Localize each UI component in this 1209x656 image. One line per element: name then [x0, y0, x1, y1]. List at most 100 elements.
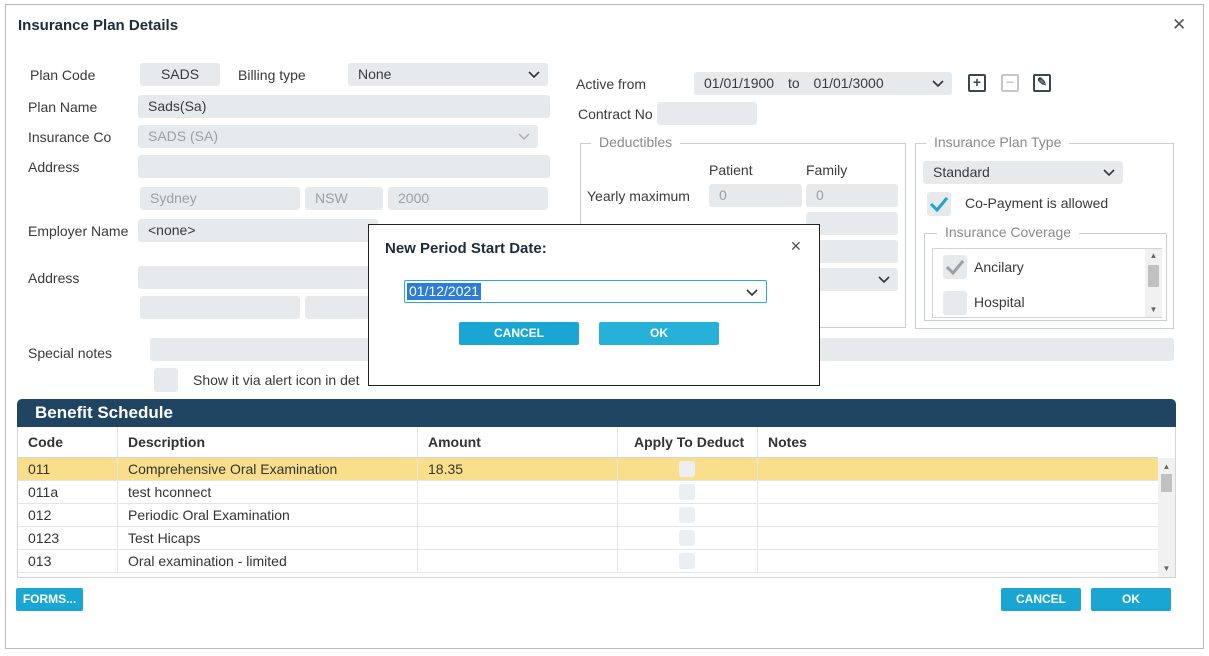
plan-name-field[interactable]: Sads(Sa) — [138, 95, 550, 118]
cancel-button[interactable]: CANCEL — [1001, 588, 1081, 611]
yearly-max-label: Yearly maximum — [587, 188, 690, 204]
copayment-label: Co-Payment is allowed — [965, 195, 1109, 211]
forms-button[interactable]: FORMS... — [16, 588, 83, 611]
insurance-co-value: SADS (SA) — [148, 128, 219, 144]
column-header-amount[interactable]: Amount — [418, 427, 618, 457]
suburb-field[interactable]: Sydney — [140, 187, 300, 210]
coverage-ancilary-checkbox[interactable] — [943, 255, 967, 279]
row-description: Comprehensive Oral Examination — [118, 458, 418, 480]
row-amount — [418, 527, 618, 549]
plan-code-label: Plan Code — [30, 67, 96, 83]
row-notes — [758, 504, 1158, 526]
benefit-schedule-table: Code Description Amount Apply To Deduct … — [17, 427, 1176, 578]
benefit-schedule-header: Benefit Schedule — [17, 399, 1176, 427]
insurance-co-select[interactable]: SADS (SA) — [138, 125, 538, 148]
deductibles-legend: Deductibles — [591, 134, 681, 150]
plan-code-field[interactable]: SADS — [140, 63, 220, 86]
new-period-modal: New Period Start Date: ✕ 01/12/2021 CANC… — [368, 224, 820, 386]
row-description: Oral examination - limited — [118, 550, 418, 572]
table-row[interactable]: 013 Oral examination - limited — [18, 550, 1158, 573]
scroll-thumb[interactable] — [1161, 474, 1172, 492]
billing-type-select[interactable]: None — [348, 63, 548, 86]
table-row[interactable]: 011a test hconnect — [18, 481, 1158, 504]
edit-period-icon[interactable]: ✎ — [1033, 74, 1051, 92]
column-header-apply-to-deduct[interactable]: Apply To Deduct — [618, 427, 758, 457]
table-scrollbar[interactable]: ▲ ▼ — [1158, 458, 1175, 577]
employer-address-label: Address — [28, 270, 80, 286]
row-amount — [418, 504, 618, 526]
checkmark-icon — [945, 260, 965, 276]
row-apply-cell — [618, 458, 758, 480]
column-header-notes[interactable]: Notes — [758, 427, 1158, 457]
scroll-down-icon[interactable]: ▼ — [1158, 562, 1175, 576]
plan-name-label: Plan Name — [28, 99, 98, 115]
delete-period-icon[interactable]: − — [1001, 74, 1019, 92]
show-alert-label: Show it via alert icon in det — [193, 372, 360, 388]
scroll-up-icon[interactable]: ▲ — [1145, 249, 1162, 263]
scroll-down-icon[interactable]: ▼ — [1145, 303, 1162, 317]
apply-to-deduct-checkbox[interactable] — [679, 530, 695, 546]
ok-button[interactable]: OK — [1091, 588, 1171, 611]
row-notes — [758, 458, 1158, 480]
chevron-down-icon — [528, 71, 540, 79]
apply-to-deduct-checkbox[interactable] — [679, 484, 695, 500]
yearly-max-family-field[interactable]: 0 — [806, 184, 898, 207]
row-description: Periodic Oral Examination — [118, 504, 418, 526]
postcode-field[interactable]: 2000 — [388, 187, 548, 210]
coverage-scrollbar[interactable]: ▲ ▼ — [1145, 249, 1162, 317]
employer-name-field[interactable]: <none> — [138, 219, 378, 242]
coverage-ancilary-label: Ancilary — [974, 259, 1024, 275]
coverage-legend: Insurance Coverage — [937, 224, 1080, 240]
period-to-value: 01/01/3000 — [813, 75, 884, 91]
add-period-icon[interactable]: + — [968, 74, 986, 92]
column-header-code[interactable]: Code — [18, 427, 118, 457]
table-header-row: Code Description Amount Apply To Deduct … — [18, 427, 1158, 458]
row-code: 0123 — [18, 527, 118, 549]
chevron-down-icon — [1103, 169, 1115, 177]
employer-suburb-field[interactable] — [140, 296, 300, 319]
row-description: Test Hicaps — [118, 527, 418, 549]
modal-close-icon[interactable]: ✕ — [790, 239, 802, 253]
column-header-description[interactable]: Description — [118, 427, 418, 457]
chevron-down-icon — [518, 133, 530, 140]
start-date-value: 01/12/2021 — [407, 283, 482, 300]
close-icon[interactable]: ✕ — [1172, 16, 1186, 33]
scroll-thumb[interactable] — [1148, 265, 1159, 287]
show-alert-checkbox[interactable] — [154, 368, 178, 392]
chevron-down-icon — [746, 289, 758, 297]
billing-type-value: None — [358, 66, 392, 82]
period-to-label: to — [787, 75, 800, 91]
coverage-hospital-label: Hospital — [974, 294, 1025, 310]
copayment-checkbox[interactable] — [927, 192, 951, 216]
contract-no-label: Contract No — [578, 106, 653, 122]
row-notes — [758, 550, 1158, 572]
deductibles-family-header: Family — [806, 162, 848, 178]
employer-address-line1[interactable] — [138, 266, 378, 289]
coverage-hospital-checkbox[interactable] — [943, 291, 967, 315]
modal-cancel-button[interactable]: CANCEL — [459, 322, 579, 345]
modal-title: New Period Start Date: — [385, 240, 547, 257]
yearly-max-patient-field[interactable]: 0 — [709, 184, 802, 207]
chevron-down-icon — [932, 80, 944, 88]
row-amount — [418, 481, 618, 503]
dialog-title: Insurance Plan Details — [18, 17, 179, 34]
start-date-select[interactable]: 01/12/2021 — [404, 280, 767, 303]
modal-ok-button[interactable]: OK — [599, 322, 719, 345]
plan-type-select[interactable]: Standard — [923, 161, 1123, 184]
contract-no-field[interactable] — [657, 102, 757, 125]
employer-name-label: Employer Name — [28, 223, 129, 239]
state-field[interactable]: NSW — [305, 187, 383, 210]
table-row[interactable]: 011 Comprehensive Oral Examination 18.35 — [18, 458, 1158, 481]
row-apply-cell — [618, 504, 758, 526]
scroll-up-icon[interactable]: ▲ — [1158, 460, 1175, 474]
apply-to-deduct-checkbox[interactable] — [679, 461, 695, 477]
row-apply-cell — [618, 550, 758, 572]
apply-to-deduct-checkbox[interactable] — [679, 507, 695, 523]
plan-type-value: Standard — [933, 164, 990, 180]
address-line1-field[interactable] — [138, 155, 550, 178]
period-range-select[interactable]: 01/01/1900 to 01/01/3000 — [694, 72, 952, 95]
table-row[interactable]: 012 Periodic Oral Examination — [18, 504, 1158, 527]
apply-to-deduct-checkbox[interactable] — [679, 553, 695, 569]
checkmark-icon — [929, 197, 949, 213]
table-row[interactable]: 0123 Test Hicaps — [18, 527, 1158, 550]
